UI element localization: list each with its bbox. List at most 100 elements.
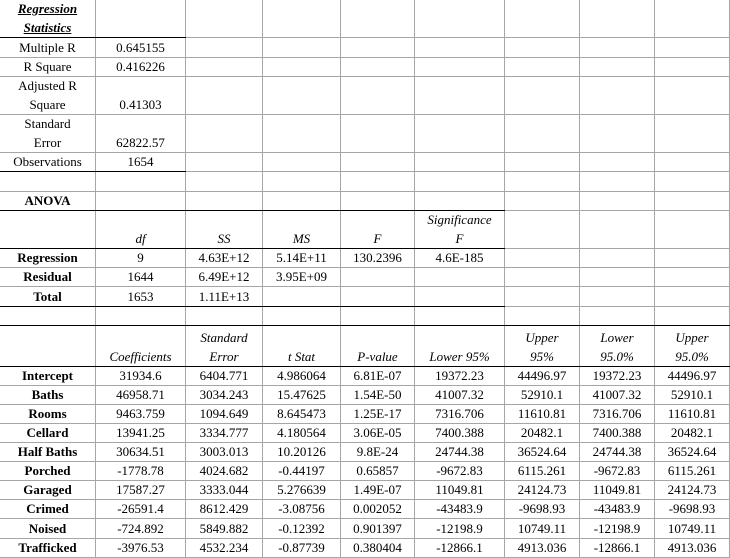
coef-value[interactable]: 1.54E-50 [341, 386, 415, 405]
empty-cell[interactable] [341, 77, 415, 115]
coef-value[interactable]: 11049.81 [580, 481, 655, 500]
empty-cell[interactable] [415, 115, 505, 153]
coef-value[interactable]: -9672.83 [580, 462, 655, 481]
empty-cell[interactable] [341, 192, 415, 211]
coef-value[interactable]: 11610.81 [505, 405, 580, 424]
empty-cell[interactable] [415, 153, 505, 172]
empty-cell[interactable] [580, 38, 655, 58]
coef-value[interactable]: 7400.388 [580, 424, 655, 443]
coef-value[interactable]: -1778.78 [96, 462, 186, 481]
empty-cell[interactable] [415, 38, 505, 58]
empty-cell[interactable] [655, 249, 730, 268]
anova-value[interactable]: 4.6E-185 [415, 249, 505, 268]
anova-value[interactable]: 1653 [96, 287, 186, 307]
empty-cell[interactable] [580, 268, 655, 287]
coef-value[interactable]: -0.44197 [263, 462, 341, 481]
empty-cell[interactable] [505, 172, 580, 192]
empty-cell[interactable] [0, 307, 96, 326]
anova-value[interactable]: 4.63E+12 [186, 249, 263, 268]
anova-value[interactable] [263, 287, 341, 307]
empty-cell[interactable] [580, 58, 655, 77]
coef-value[interactable]: -43483.9 [580, 500, 655, 519]
empty-cell[interactable] [263, 172, 341, 192]
coef-value[interactable]: -9698.93 [655, 500, 730, 519]
coef-value[interactable]: 24744.38 [580, 443, 655, 462]
coef-value[interactable]: 9463.759 [96, 405, 186, 424]
empty-cell[interactable] [580, 287, 655, 307]
empty-cell[interactable] [341, 307, 415, 326]
empty-cell[interactable] [580, 192, 655, 211]
coef-value[interactable]: 19372.23 [415, 367, 505, 386]
coef-value[interactable]: 24124.73 [505, 481, 580, 500]
coef-value[interactable]: 5.276639 [263, 481, 341, 500]
anova-value[interactable]: 3.95E+09 [263, 268, 341, 287]
coef-value[interactable]: 36524.64 [655, 443, 730, 462]
empty-cell[interactable] [186, 58, 263, 77]
empty-cell[interactable] [96, 307, 186, 326]
coef-value[interactable]: 4024.682 [186, 462, 263, 481]
coef-value[interactable]: 24124.73 [655, 481, 730, 500]
coef-value[interactable]: 3333.044 [186, 481, 263, 500]
coef-value[interactable]: -12866.1 [580, 539, 655, 558]
anova-value[interactable]: 6.49E+12 [186, 268, 263, 287]
anova-value[interactable] [415, 268, 505, 287]
empty-cell[interactable] [505, 58, 580, 77]
empty-cell[interactable] [655, 268, 730, 287]
empty-cell[interactable] [341, 172, 415, 192]
coef-value[interactable]: -26591.4 [96, 500, 186, 519]
empty-cell[interactable] [505, 307, 580, 326]
empty-cell[interactable] [0, 326, 96, 367]
empty-cell[interactable] [186, 38, 263, 58]
empty-cell[interactable] [0, 172, 96, 192]
empty-cell[interactable] [415, 172, 505, 192]
coef-value[interactable]: -3976.53 [96, 539, 186, 558]
coef-value[interactable]: 0.65857 [341, 462, 415, 481]
empty-cell[interactable] [580, 172, 655, 192]
coef-value[interactable]: 52910.1 [655, 386, 730, 405]
coef-value[interactable]: 6115.261 [655, 462, 730, 481]
coef-value[interactable]: -724.892 [96, 519, 186, 539]
coef-value[interactable]: 9.8E-24 [341, 443, 415, 462]
empty-cell[interactable] [341, 38, 415, 58]
coef-value[interactable]: 6.81E-07 [341, 367, 415, 386]
coef-value[interactable]: 52910.1 [505, 386, 580, 405]
empty-cell[interactable] [186, 115, 263, 153]
empty-cell[interactable] [186, 192, 263, 211]
empty-cell[interactable] [580, 307, 655, 326]
stat-value[interactable]: 0.645155 [96, 38, 186, 58]
empty-cell[interactable] [341, 115, 415, 153]
empty-cell[interactable] [655, 211, 730, 249]
coef-value[interactable]: 4.986064 [263, 367, 341, 386]
empty-cell[interactable] [505, 211, 580, 249]
coef-value[interactable]: 41007.32 [580, 386, 655, 405]
empty-cell[interactable] [655, 58, 730, 77]
coef-value[interactable]: 41007.32 [415, 386, 505, 405]
coef-value[interactable]: 7400.388 [415, 424, 505, 443]
coef-value[interactable]: 5849.882 [186, 519, 263, 539]
coef-value[interactable]: 6115.261 [505, 462, 580, 481]
coef-value[interactable]: 7316.706 [415, 405, 505, 424]
empty-cell[interactable] [505, 153, 580, 172]
anova-value[interactable]: 5.14E+11 [263, 249, 341, 268]
empty-cell[interactable] [96, 172, 186, 192]
coef-value[interactable]: 3.06E-05 [341, 424, 415, 443]
empty-cell[interactable] [186, 77, 263, 115]
empty-cell[interactable] [505, 38, 580, 58]
empty-cell[interactable] [580, 153, 655, 172]
coef-value[interactable]: 11610.81 [655, 405, 730, 424]
empty-cell[interactable] [580, 0, 655, 38]
coef-value[interactable]: 1094.649 [186, 405, 263, 424]
empty-cell[interactable] [655, 287, 730, 307]
empty-cell[interactable] [655, 172, 730, 192]
empty-cell[interactable] [655, 307, 730, 326]
empty-cell[interactable] [415, 58, 505, 77]
coef-value[interactable]: 10.20126 [263, 443, 341, 462]
empty-cell[interactable] [0, 211, 96, 249]
coef-value[interactable]: -9672.83 [415, 462, 505, 481]
anova-value[interactable]: 1644 [96, 268, 186, 287]
coef-value[interactable]: -0.12392 [263, 519, 341, 539]
coef-value[interactable]: 8.645473 [263, 405, 341, 424]
empty-cell[interactable] [263, 0, 341, 38]
coef-value[interactable]: 4532.234 [186, 539, 263, 558]
stat-value[interactable]: 1654 [96, 153, 186, 172]
